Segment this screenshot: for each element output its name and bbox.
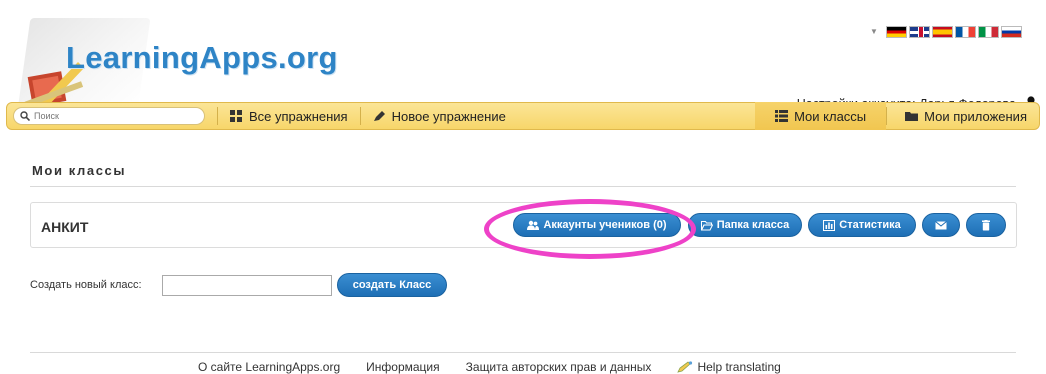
- grid-icon: [230, 110, 242, 122]
- footer-help-translating-link[interactable]: Help translating: [677, 360, 781, 374]
- folder-icon: [905, 112, 919, 121]
- page-title: Мои классы: [32, 163, 127, 178]
- pencil-icon: [373, 111, 385, 121]
- spanish-flag-icon[interactable]: [932, 26, 953, 38]
- create-class-button-label: создать Класс: [352, 279, 432, 291]
- search-box[interactable]: [13, 107, 205, 125]
- class-folder-label: Папка класса: [716, 219, 790, 231]
- logo-text: LearningApps.org: [66, 40, 338, 75]
- nav-my-apps-label: Мои приложения: [924, 108, 1027, 124]
- list-icon: [775, 110, 789, 122]
- envelope-icon: [935, 220, 947, 229]
- class-name: АНКИТ: [41, 219, 89, 235]
- footer-help-translating-label: Help translating: [697, 360, 781, 374]
- chevron-down-icon[interactable]: ▼: [870, 26, 884, 38]
- main-navbar: Все упражнения Новое упражнение Мои клас…: [6, 102, 1040, 130]
- statistics-label: Статистика: [839, 219, 901, 231]
- nav-new-exercise[interactable]: Новое упражнение: [361, 102, 518, 130]
- translate-pencil-icon: [677, 361, 693, 373]
- class-folder-button[interactable]: Папка класса: [688, 213, 802, 237]
- english-flag-icon[interactable]: [909, 26, 930, 38]
- trash-icon: [982, 219, 990, 230]
- french-flag-icon[interactable]: [955, 26, 976, 38]
- footer-divider: [30, 352, 1016, 353]
- language-selector[interactable]: ▼: [870, 26, 1022, 38]
- create-class-button[interactable]: создать Класс: [337, 273, 447, 297]
- german-flag-icon[interactable]: [886, 26, 907, 38]
- users-icon: [527, 220, 540, 230]
- logo[interactable]: LearningApps.org: [17, 10, 358, 110]
- nav-my-classes[interactable]: Мои классы: [755, 102, 887, 130]
- folder-open-icon: [700, 220, 713, 230]
- new-class-input[interactable]: [162, 275, 332, 296]
- section-divider: [30, 186, 1016, 187]
- footer: О сайте LearningApps.org Информация Защи…: [198, 360, 781, 374]
- student-accounts-button[interactable]: Аккаунты учеников (0): [513, 213, 681, 237]
- footer-info-link[interactable]: Информация: [366, 360, 439, 374]
- russian-flag-icon[interactable]: [1001, 26, 1022, 38]
- search-icon: [20, 111, 30, 121]
- message-button[interactable]: [922, 213, 960, 237]
- italian-flag-icon[interactable]: [978, 26, 999, 38]
- footer-copyright-link[interactable]: Защита авторских прав и данных: [466, 360, 652, 374]
- create-class-label: Создать новый класс:: [30, 279, 142, 291]
- delete-button[interactable]: [966, 213, 1006, 237]
- footer-about-link[interactable]: О сайте LearningApps.org: [198, 360, 340, 374]
- bar-chart-icon: [823, 219, 836, 231]
- nav-new-exercise-label: Новое упражнение: [391, 108, 506, 124]
- nav-my-classes-label: Мои классы: [794, 108, 867, 124]
- nav-my-apps[interactable]: Мои приложения: [887, 102, 1039, 130]
- student-accounts-label: Аккаунты учеников (0): [543, 219, 667, 231]
- nav-all-exercises-label: Все упражнения: [249, 108, 348, 124]
- search-input[interactable]: [34, 111, 194, 121]
- nav-all-exercises[interactable]: Все упражнения: [218, 102, 360, 130]
- statistics-button[interactable]: Статистика: [808, 213, 916, 237]
